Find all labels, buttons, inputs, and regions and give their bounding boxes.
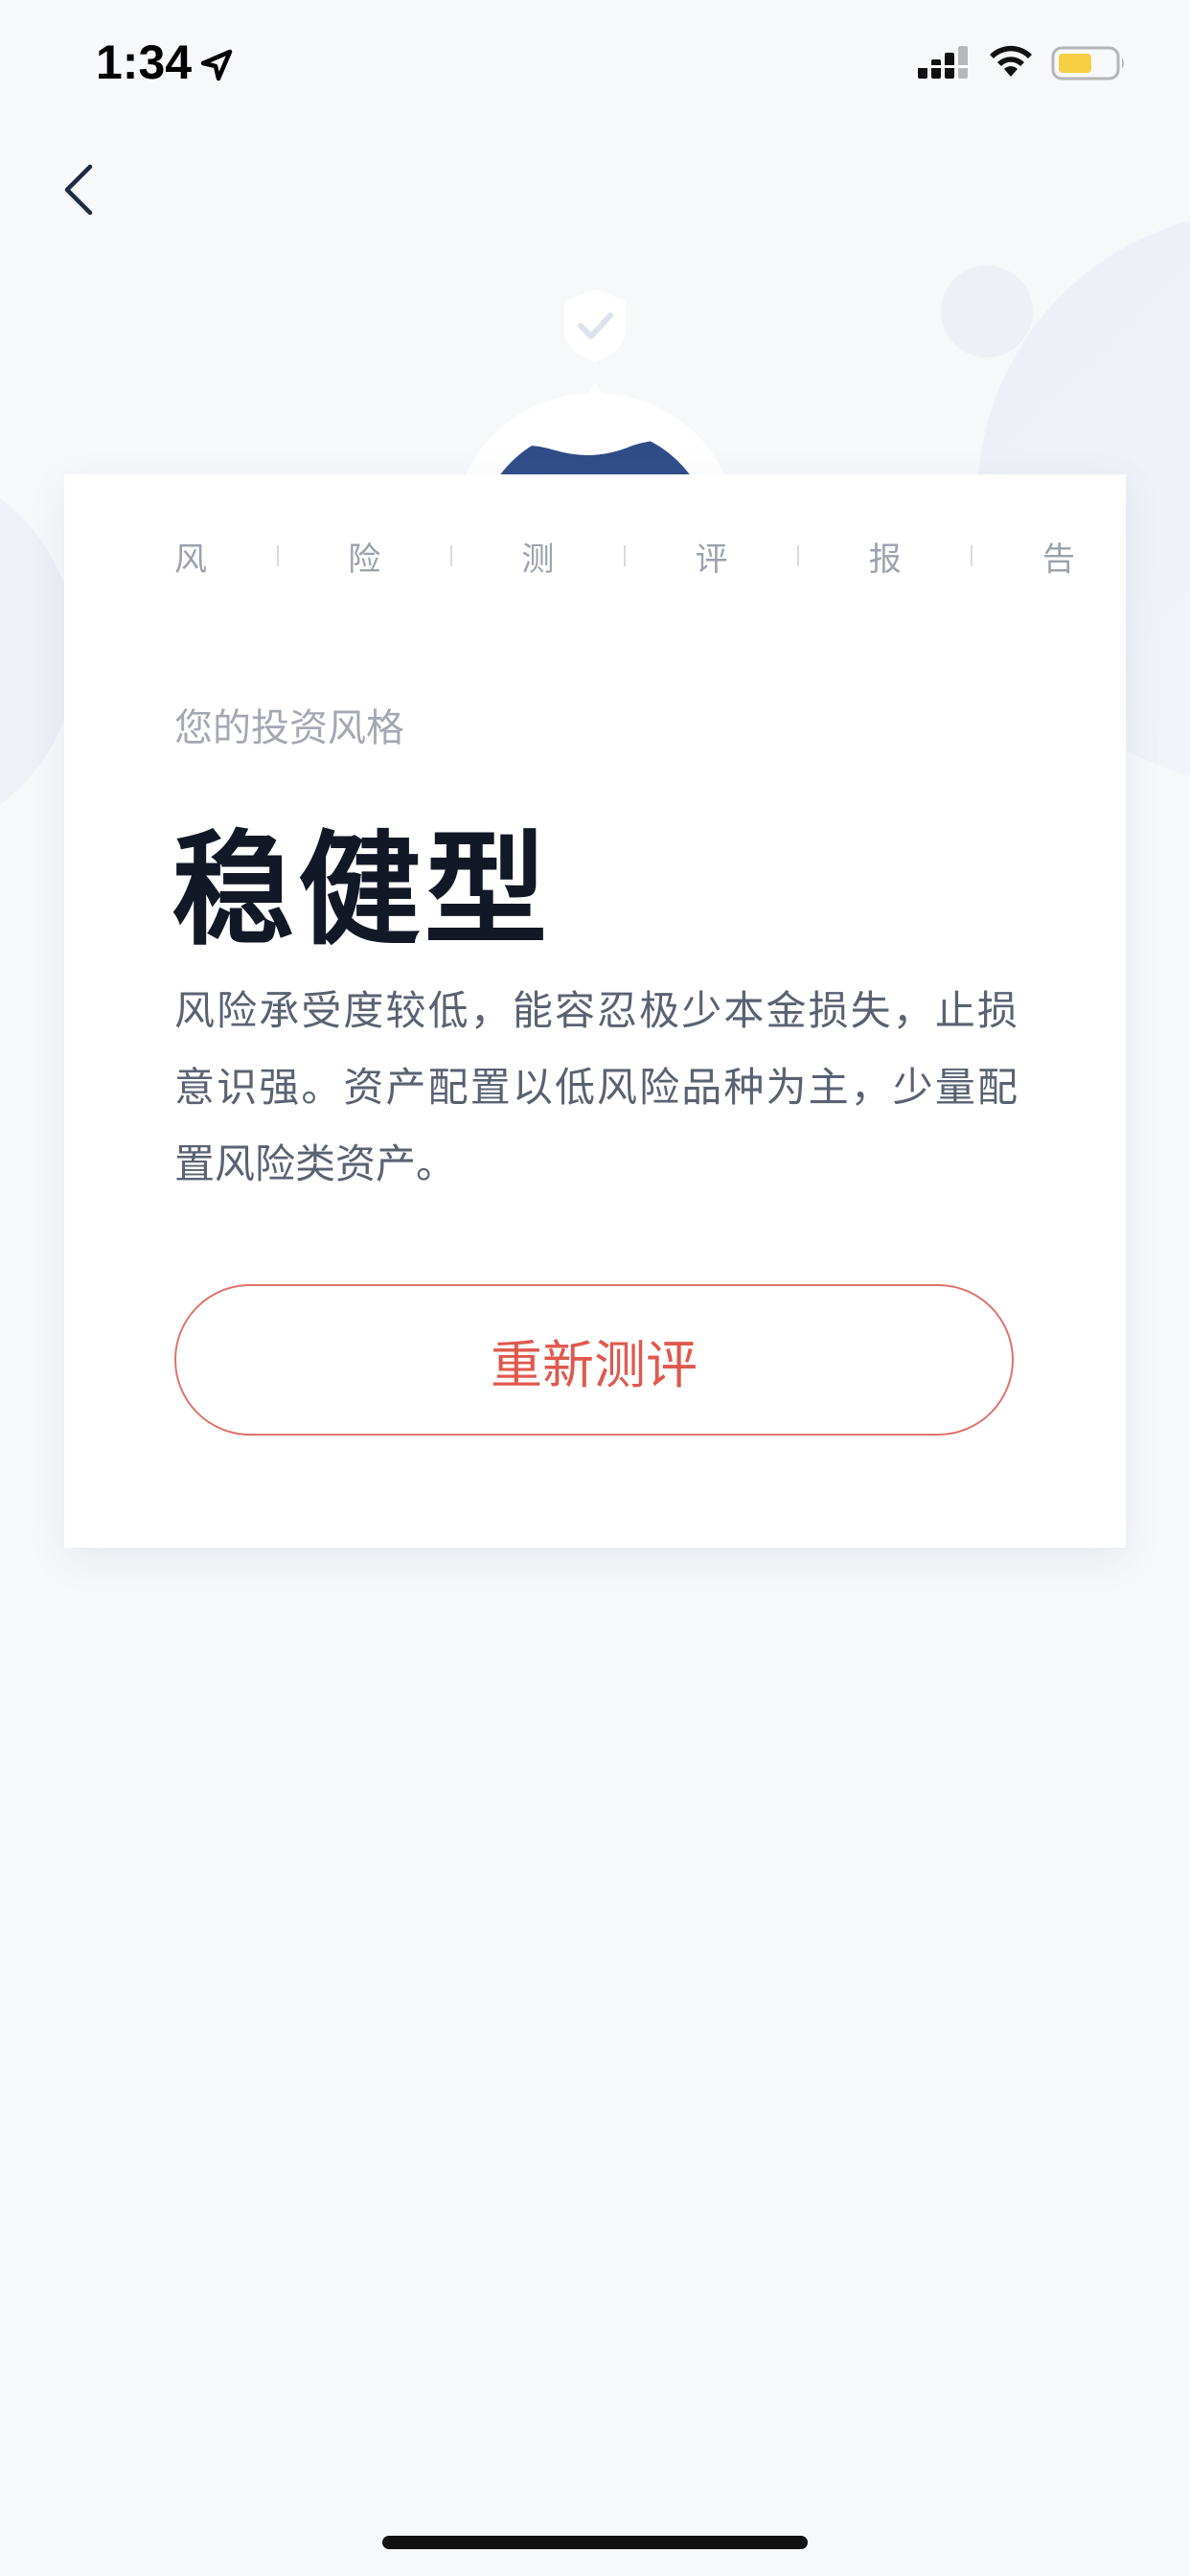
heading-divider	[449, 545, 452, 566]
risk-report-card: 风 险 测 评 报 告 您的投资风格 稳健型 风险承受度较低，能容忍极少本金损失…	[64, 474, 1126, 1548]
heading-char: 风	[174, 540, 207, 579]
retest-button[interactable]: 重新测评	[174, 1284, 1014, 1436]
heading-divider	[276, 545, 279, 566]
heading-char: 告	[1041, 540, 1075, 579]
heading-char: 险	[348, 540, 381, 579]
heading-char: 评	[695, 540, 728, 579]
report-heading: 风 险 测 评 报 告	[174, 532, 1075, 580]
investment-style-label: 您的投资风格	[174, 706, 404, 750]
investment-style-description: 风险承受度较低，能容忍极少本金损失，止损意识强。资产配置以低风险品种为主，少量配…	[174, 987, 1018, 1187]
heading-char: 测	[521, 540, 555, 579]
home-indicator	[382, 2536, 808, 2549]
heading-divider	[797, 545, 800, 566]
heading-divider	[623, 545, 626, 566]
heading-divider	[971, 545, 973, 566]
shield-check-icon	[564, 289, 626, 362]
investment-style-value: 稳健型	[172, 819, 552, 962]
heading-char: 报	[868, 540, 902, 579]
